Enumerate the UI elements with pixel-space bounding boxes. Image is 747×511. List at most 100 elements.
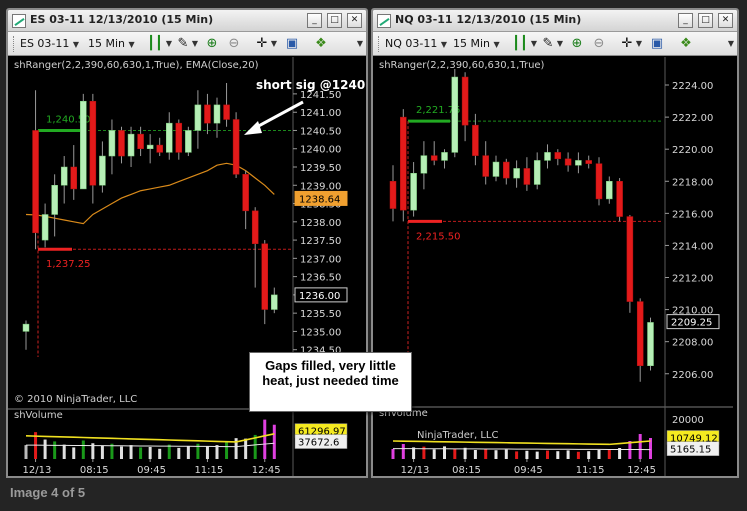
- volume-bar: [120, 446, 123, 459]
- candlestick-style-icon[interactable]: ┃┃: [144, 35, 166, 52]
- candle-body: [51, 185, 58, 215]
- chevron-down-icon[interactable]: ▼: [191, 35, 199, 52]
- time-tick-label: 08:15: [80, 465, 109, 476]
- draw-pen-icon[interactable]: ✎: [540, 35, 556, 52]
- nq-toolbar: NQ 03-11 ▼ 15 Min ▼ ┃┃ ▼ ✎ ▼ ⊕ ⊖ ✛ ▼ ▣ ❖…: [373, 32, 737, 56]
- crosshair-icon[interactable]: ✛: [619, 35, 635, 52]
- candlestick-style-icon[interactable]: ┃┃: [509, 35, 531, 52]
- toolbar-overflow-icon[interactable]: ▼: [728, 35, 734, 52]
- price-tick-label: 2208.00: [672, 338, 713, 349]
- time-tick-label: 12:45: [627, 465, 656, 476]
- price-level-label: 2,215.50: [416, 231, 461, 242]
- candle-body: [175, 122, 183, 153]
- zoom-in-icon[interactable]: ⊕: [204, 35, 220, 52]
- properties-icon[interactable]: ▣: [649, 35, 665, 52]
- chevron-down-icon[interactable]: ▼: [556, 35, 564, 52]
- candle-body: [213, 104, 221, 124]
- toolbar-overflow-icon[interactable]: ▼: [357, 35, 363, 52]
- candle-body: [420, 155, 428, 174]
- volume-bar: [638, 434, 642, 459]
- nq-interval-select[interactable]: 15 Min ▼: [453, 35, 500, 52]
- close-icon[interactable]: ✕: [347, 13, 362, 28]
- candle-body: [156, 144, 163, 153]
- candle-body: [472, 124, 479, 156]
- candle-body: [261, 243, 268, 310]
- candle-body: [482, 155, 489, 177]
- minimize-icon[interactable]: _: [307, 13, 322, 28]
- candle-body: [544, 152, 551, 161]
- volume-tick-label: 20000: [672, 415, 704, 426]
- minimize-icon[interactable]: _: [678, 13, 693, 28]
- price-tick-label: 1235.00: [300, 327, 341, 338]
- copyright-label: © 2010 NinjaTrader, LLC: [14, 394, 137, 405]
- es-instrument-select[interactable]: ES 03-11 ▼: [20, 35, 79, 52]
- chevron-down-icon: ▼: [493, 40, 500, 49]
- candle-body: [503, 161, 510, 179]
- nq-chart-canvas[interactable]: shRanger(2,2,390,60,630,1,True) 2224.00 22…: [373, 57, 737, 477]
- candle-body: [400, 116, 407, 211]
- es-interval-select[interactable]: 15 Min ▼: [88, 35, 135, 52]
- candle-body: [223, 104, 230, 120]
- zoom-out-icon[interactable]: ⊖: [226, 35, 242, 52]
- candle-body: [242, 174, 249, 212]
- volume-bar: [263, 419, 267, 459]
- price-badge-label: 1236.00: [299, 291, 340, 302]
- price-level-label: 1,237.25: [46, 259, 91, 270]
- candle-body: [271, 294, 278, 310]
- time-tick-label: 11:15: [194, 465, 223, 476]
- candle-body: [430, 155, 438, 161]
- price-badge-label: 2209.25: [671, 318, 712, 329]
- price-tick-label: 2220.00: [672, 145, 713, 156]
- nq-instrument-select[interactable]: NQ 03-11 ▼: [385, 35, 447, 52]
- price-tick-label: 1241.00: [300, 108, 341, 119]
- candle-body: [32, 130, 39, 234]
- candle-body: [575, 160, 582, 166]
- draw-pen-icon[interactable]: ✎: [175, 35, 191, 52]
- price-badge-label: 1238.64: [299, 194, 340, 205]
- volume-bar: [546, 450, 549, 459]
- volume-badge-label: 37672.6: [298, 438, 339, 449]
- candle-body: [492, 161, 500, 177]
- chevron-down-icon: ▼: [72, 40, 80, 49]
- nq-chart-window: NQ 03-11 12/13/2010 (15 Min) _ □ ✕ NQ 03…: [371, 8, 739, 478]
- es-title-bar[interactable]: ES 03-11 12/13/2010 (15 Min) _ □ ✕: [8, 10, 366, 32]
- time-tick-label: 08:15: [452, 465, 481, 476]
- time-tick-label: 09:45: [137, 465, 166, 476]
- price-tick-label: 2222.00: [672, 113, 713, 124]
- price-tick-label: 1238.00: [300, 218, 341, 229]
- volume-bar: [525, 450, 529, 459]
- strategy-icon[interactable]: ❖: [313, 35, 329, 52]
- nq-title-bar[interactable]: NQ 03-11 12/13/2010 (15 Min) _ □ ✕: [373, 10, 737, 32]
- candle-body: [232, 119, 240, 175]
- close-icon[interactable]: ✕: [718, 13, 733, 28]
- indicator-label: shRanger(2,2,390,60,630,1,True): [379, 60, 545, 71]
- candle-body: [108, 130, 116, 157]
- candle-body: [118, 130, 125, 157]
- chevron-down-icon[interactable]: ▼: [165, 35, 173, 52]
- maximize-icon[interactable]: □: [698, 13, 713, 28]
- zoom-in-icon[interactable]: ⊕: [569, 35, 585, 52]
- volume-bar: [225, 442, 229, 459]
- es-chart-canvas[interactable]: shRanger(2,2,390,60,630,1,True), EMA(Clo…: [8, 57, 366, 477]
- time-tick-label: 12:45: [252, 465, 281, 476]
- crosshair-icon[interactable]: ✛: [254, 35, 270, 52]
- chevron-down-icon[interactable]: ▼: [270, 35, 278, 52]
- strategy-icon[interactable]: ❖: [678, 35, 694, 52]
- chevron-down-icon[interactable]: ▼: [530, 35, 538, 52]
- volume-badge-label: 5165.15: [670, 445, 711, 456]
- chart-app-icon: [12, 14, 26, 28]
- properties-icon[interactable]: ▣: [284, 35, 300, 52]
- price-tick-label: 1239.50: [300, 163, 341, 174]
- zoom-out-icon[interactable]: ⊖: [591, 35, 607, 52]
- price-tick-label: 1239.00: [300, 181, 341, 192]
- volume-label: shVolume: [14, 410, 63, 421]
- volume-bar: [100, 445, 104, 459]
- candle-body: [80, 100, 87, 190]
- volume-bar: [587, 451, 591, 459]
- price-tick-label: 2214.00: [672, 241, 713, 252]
- price-tick-label: 1237.50: [300, 236, 341, 247]
- chevron-down-icon[interactable]: ▼: [635, 35, 643, 52]
- maximize-icon[interactable]: □: [327, 13, 342, 28]
- time-tick-label: 12/13: [23, 465, 52, 476]
- volume-bar: [597, 450, 601, 459]
